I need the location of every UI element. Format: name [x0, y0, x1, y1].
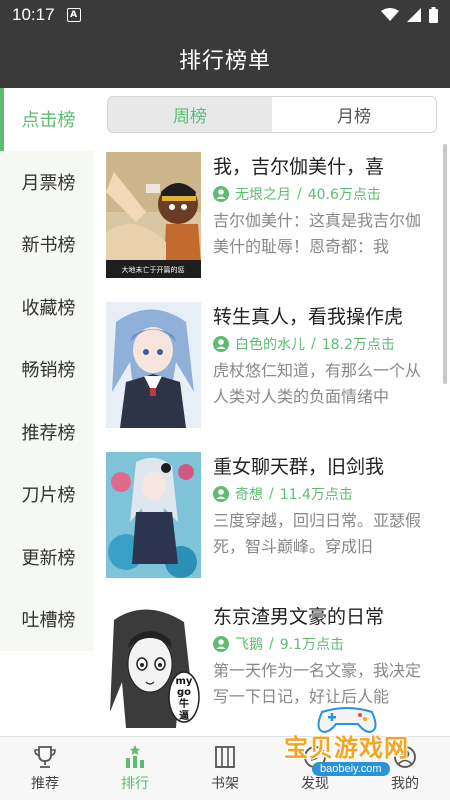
nav-bookshelf[interactable]: 书架	[180, 737, 270, 800]
book-clicks: 18.2万点击	[321, 337, 395, 353]
book-title: 转生真人，看我操作虎	[213, 306, 404, 328]
watermark-url: baobeiy.com	[312, 762, 390, 776]
sidebar-item-complaints[interactable]: 吐槽榜	[0, 588, 93, 651]
nav-label: 推荐	[31, 776, 59, 792]
book-clicks: 11.4万点击	[279, 487, 353, 503]
book-description: 吉尔伽美什：这真是我吉尔伽美什的耻辱！恩奇都：我	[213, 211, 422, 256]
book-cover: 大地未亡于开篇的惩	[106, 152, 201, 278]
watermark: 宝贝游戏网 baobeiy.com	[272, 702, 432, 782]
book-list: 大地未亡于开篇的惩 我，吉尔伽美什，喜 无垠之月 / 40.6万点击 吉尔伽美什…	[93, 140, 450, 736]
status-icons	[381, 7, 438, 23]
book-author: 无垠之月	[235, 187, 291, 203]
sidebar-item-bestsellers[interactable]: 畅销榜	[0, 338, 93, 401]
book-description: 虎杖悠仁知道，有那么一个从人类对人类的负面情绪中	[213, 361, 422, 406]
book-meta: 飞鹅 / 9.1万点击	[213, 634, 344, 654]
book-author: 白色的水儿	[235, 337, 305, 353]
book-meta: 白色的水儿 / 18.2万点击	[213, 334, 395, 354]
sidebar-item-clicks[interactable]: 点击榜	[0, 88, 93, 151]
meta-separator: /	[269, 636, 274, 652]
period-tabs: 周榜 月榜	[107, 96, 437, 133]
author-icon	[213, 486, 229, 502]
meta-separator: /	[311, 336, 316, 352]
nav-recommend[interactable]: 推荐	[0, 737, 90, 800]
a-square-icon: A	[66, 8, 81, 22]
book-description: 三度穿越，回归日常。亚瑟假死，智斗巅峰。穿成旧	[213, 511, 422, 556]
trophy-icon	[34, 746, 56, 768]
tab-weekly[interactable]: 周榜	[108, 97, 272, 132]
meta-separator: /	[269, 486, 274, 502]
author-icon	[213, 636, 229, 652]
author-icon	[213, 186, 229, 202]
cover-caption: 大地未亡于开篇的惩	[122, 265, 185, 274]
sidebar-item-monthly-tickets[interactable]: 月票榜	[0, 150, 93, 213]
speech-line: my	[176, 676, 193, 687]
speech-line: 牛	[179, 697, 189, 710]
book-cover	[106, 452, 201, 578]
tab-monthly[interactable]: 月榜	[272, 97, 436, 132]
book-item[interactable]: 大地未亡于开篇的惩 我，吉尔伽美什，喜 无垠之月 / 40.6万点击 吉尔伽美什…	[93, 140, 450, 290]
nav-label: 排行	[121, 776, 149, 792]
header: 排行榜单	[0, 30, 450, 88]
nav-label: 书架	[211, 776, 239, 792]
bookshelf-icon	[215, 746, 235, 768]
wifi-icon	[381, 8, 399, 21]
sidebar-item-recommended[interactable]: 推荐榜	[0, 400, 93, 463]
book-meta: 奇想 / 11.4万点击	[213, 484, 353, 504]
book-meta: 无垠之月 / 40.6万点击	[213, 184, 381, 204]
book-cover	[106, 302, 201, 428]
book-clicks: 40.6万点击	[307, 187, 381, 203]
ranking-sidebar: 点击榜 月票榜 新书榜 收藏榜 畅销榜 推荐榜 刀片榜 更新榜 吐槽榜	[0, 88, 93, 736]
sidebar-spacer	[0, 650, 93, 736]
signal-icon	[407, 8, 421, 22]
book-title: 我，吉尔伽美什，喜	[213, 156, 385, 178]
ranking-icon	[126, 745, 144, 768]
author-icon	[213, 336, 229, 352]
speech-line: go	[177, 687, 191, 698]
watermark-text: 宝贝游戏网	[284, 734, 409, 762]
book-item[interactable]: 转生真人，看我操作虎 白色的水儿 / 18.2万点击 虎杖悠仁知道，有那么一个从…	[93, 290, 450, 440]
book-item[interactable]: 重女聊天群，旧剑我 奇想 / 11.4万点击 三度穿越，回归日常。亚瑟假死，智斗…	[93, 440, 450, 590]
battery-icon	[429, 7, 438, 23]
book-cover: my go 牛 逼	[106, 602, 201, 728]
book-title: 重女聊天群，旧剑我	[213, 456, 385, 478]
sidebar-item-favorites[interactable]: 收藏榜	[0, 275, 93, 338]
book-author: 飞鹅	[235, 637, 263, 653]
book-title: 东京渣男文豪的日常	[213, 606, 385, 628]
page-title: 排行榜单	[178, 49, 271, 74]
sidebar-item-updates[interactable]: 更新榜	[0, 525, 93, 588]
status-time: 10:17	[12, 5, 55, 24]
sidebar-item-blades[interactable]: 刀片榜	[0, 463, 93, 526]
status-bar: 10:17 A	[0, 0, 450, 30]
book-author: 奇想	[235, 487, 263, 503]
book-clicks: 9.1万点击	[279, 637, 344, 653]
sidebar-item-new-books[interactable]: 新书榜	[0, 213, 93, 276]
speech-line: 逼	[179, 710, 189, 722]
meta-separator: /	[297, 186, 302, 202]
list-scrollbar[interactable]	[443, 144, 447, 384]
nav-ranking[interactable]: 排行	[90, 737, 180, 800]
